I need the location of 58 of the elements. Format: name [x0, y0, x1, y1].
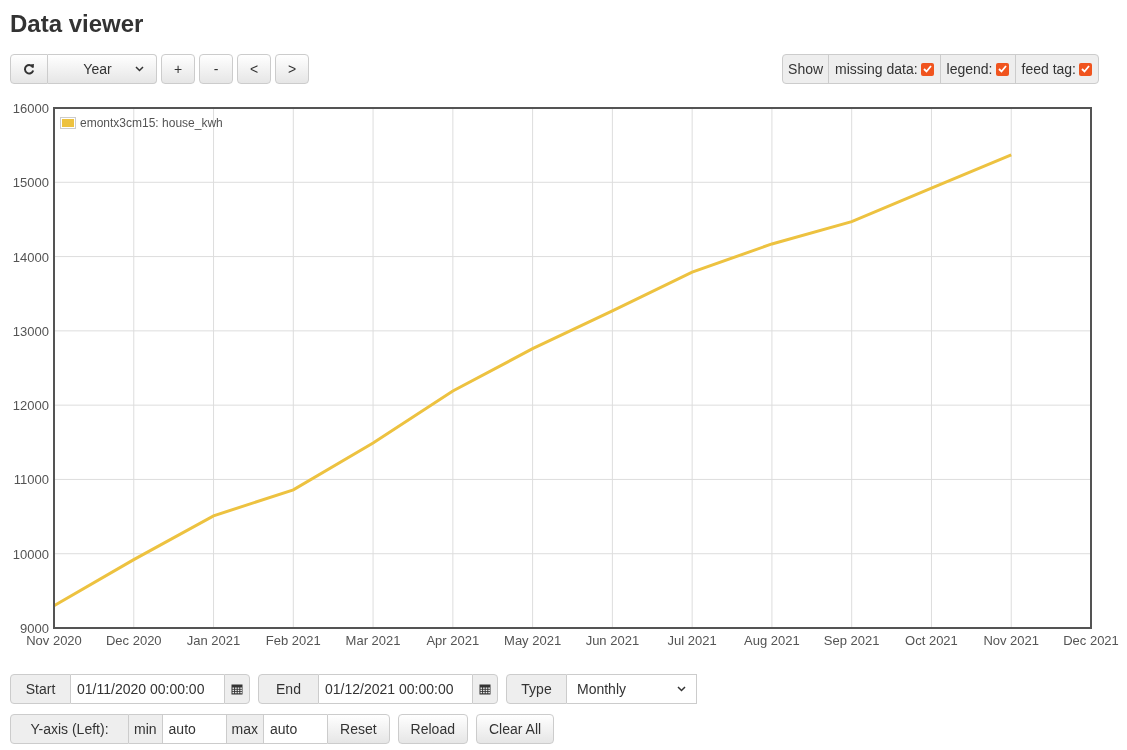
page-title: Data viewer [10, 9, 144, 39]
end-label: End [258, 674, 319, 704]
x-tick-label: May 2021 [504, 633, 562, 648]
calendar-button[interactable] [472, 674, 498, 704]
x-tick-label: Oct 2021 [905, 633, 958, 648]
y-tick-label: 13000 [12, 323, 49, 339]
min-field[interactable]: auto [162, 714, 226, 744]
zoom-pan-button[interactable]: > [275, 54, 309, 84]
calendar-icon [231, 683, 243, 695]
option-label: feed tag: [1021, 59, 1076, 79]
zoom-pan-button[interactable]: - [199, 54, 233, 84]
action-button[interactable]: Reload [397, 714, 468, 744]
y-tick-label: 15000 [12, 175, 49, 191]
refresh-button[interactable] [10, 54, 48, 84]
start-label: Start [10, 674, 71, 704]
y-tick-label: 11000 [13, 472, 49, 488]
x-tick-label: Sep 2021 [823, 633, 880, 648]
legend-label: emontx3cm15: house_kwh [80, 115, 223, 132]
y-axis-label: Y-axis (Left): [10, 714, 129, 744]
checkbox[interactable] [995, 62, 1009, 76]
calendar-button[interactable] [224, 674, 250, 704]
x-tick-label: Feb 2021 [265, 633, 321, 648]
chevron-down-icon [677, 686, 686, 692]
x-tick-label: Jun 2021 [585, 633, 640, 648]
show-label: Show [783, 55, 830, 83]
zoom-pan-button[interactable]: < [237, 54, 271, 84]
x-tick-label: Jul 2021 [667, 633, 717, 648]
x-tick-label: Jan 2021 [186, 633, 241, 648]
y-tick-label: 9000 [20, 621, 49, 636]
y-tick-label: 14000 [12, 249, 49, 265]
y-tick-label: 10000 [12, 546, 49, 562]
max-field[interactable]: auto [264, 714, 327, 744]
y-tick-label: 16000 [12, 101, 49, 116]
max-label: max [225, 714, 264, 744]
reset-button[interactable]: Reset [327, 714, 390, 744]
min-label: min [129, 714, 163, 744]
period-select[interactable]: Year [48, 54, 157, 84]
x-tick-label: Dec 2020 [105, 633, 162, 648]
x-tick-label: Aug 2021 [744, 633, 800, 648]
x-tick-label: Nov 2020 [26, 633, 82, 648]
option-label: missing data: [835, 59, 918, 79]
option-label: legend: [946, 59, 993, 79]
zoom-pan-button[interactable]: + [161, 54, 195, 84]
y-tick-label: 12000 [12, 398, 49, 414]
end-date-field[interactable]: 01/12/2021 00:00:00 [319, 674, 472, 704]
x-tick-label: Nov 2021 [983, 633, 1040, 648]
calendar-icon [479, 683, 491, 695]
type-select[interactable]: Monthly [567, 674, 697, 704]
refresh-icon [23, 63, 35, 75]
start-date-field[interactable]: 01/11/2020 00:00:00 [71, 674, 224, 704]
checkbox[interactable] [1079, 62, 1092, 76]
chevron-down-icon [135, 66, 144, 72]
type-label: Type [506, 674, 567, 704]
x-tick-label: Mar 2021 [345, 633, 401, 648]
action-button[interactable]: Clear All [475, 714, 555, 744]
checkbox[interactable] [920, 62, 934, 76]
x-tick-label: Apr 2021 [426, 633, 480, 648]
x-tick-label: Dec 2021 [1063, 633, 1119, 648]
